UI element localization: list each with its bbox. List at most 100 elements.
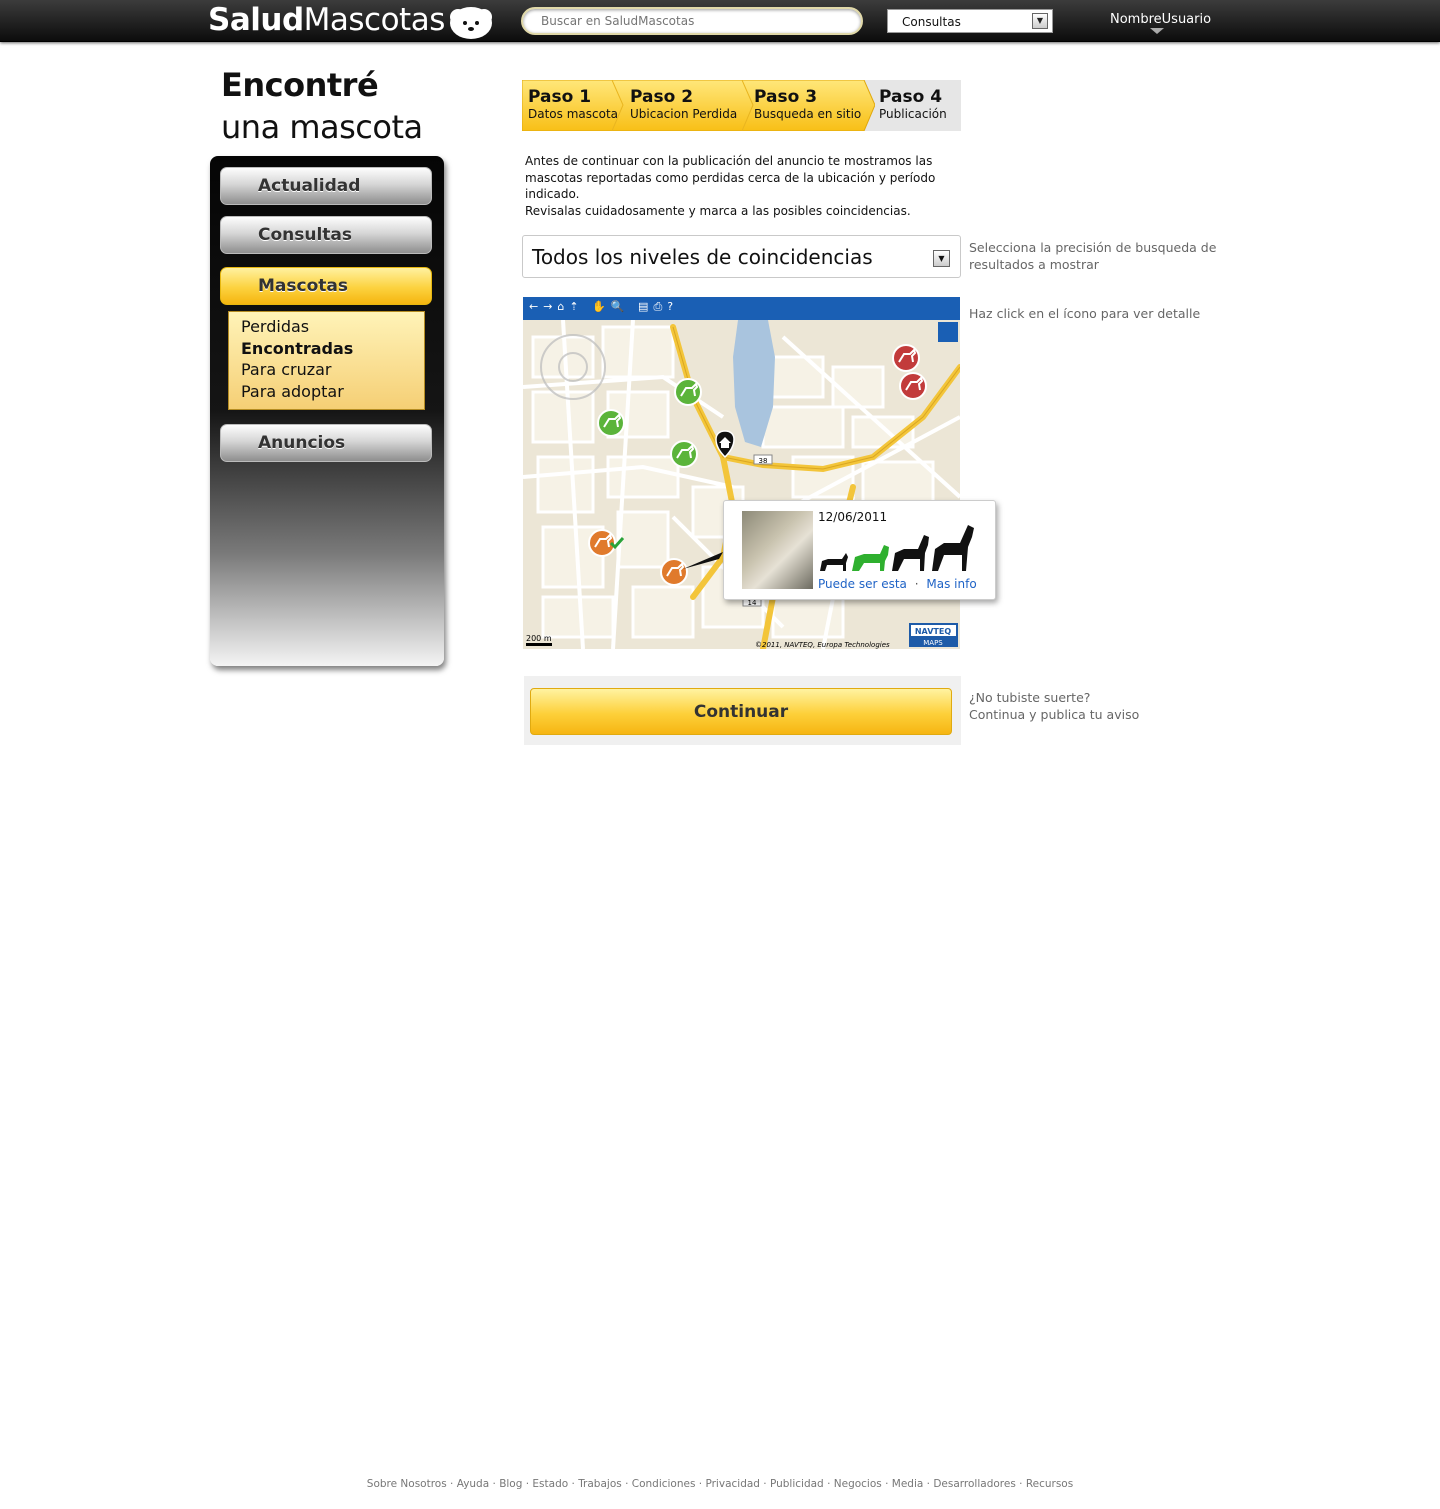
- footer-separator: ·: [522, 1478, 533, 1490]
- level-hint-line: resultados a mostrar: [969, 257, 1099, 272]
- submenu-item-encontradas[interactable]: Encontradas: [241, 338, 424, 360]
- pet-marker-orange[interactable]: [660, 558, 688, 586]
- level-hint-line: Selecciona la precisión de busqueda de: [969, 240, 1217, 255]
- footer-link[interactable]: Blog: [499, 1478, 522, 1490]
- footer-link[interactable]: Sobre Nosotros: [367, 1478, 447, 1490]
- route-label-14: 14: [748, 599, 757, 607]
- route-label-38: 38: [759, 457, 768, 465]
- footer-separator: ·: [823, 1478, 834, 1490]
- pet-report-date: 12/06/2011: [818, 510, 888, 524]
- continue-button[interactable]: Continuar: [530, 688, 952, 735]
- sidebar-item-mascotas[interactable]: Mascotas: [220, 267, 432, 305]
- footer-link[interactable]: Trabajos: [578, 1478, 622, 1490]
- level-hint: Selecciona la precisión de busqueda de r…: [969, 239, 1216, 273]
- footer-link[interactable]: Media: [892, 1478, 924, 1490]
- logo-regular-text: Mascotas: [303, 2, 446, 38]
- step-2-subtitle: Ubicacion Perdida: [630, 107, 738, 121]
- footer-separator: ·: [1015, 1478, 1026, 1490]
- footer-link[interactable]: Condiciones: [632, 1478, 696, 1490]
- continue-hint-line: ¿No tubiste suerte?: [969, 690, 1091, 705]
- continue-hint: ¿No tubiste suerte? Continua y publica t…: [969, 689, 1139, 723]
- step-3-subtitle: Busqueda en sitio: [754, 107, 862, 121]
- pet-marker-green[interactable]: [597, 409, 625, 437]
- pet-detail-popup: 12/06/2011 Puede ser esta · Mas info: [723, 500, 996, 600]
- chevron-down-icon[interactable]: ▼: [1032, 13, 1048, 29]
- footer-link[interactable]: Ayuda: [457, 1478, 489, 1490]
- footer-link[interactable]: Desarrolladores: [933, 1478, 1015, 1490]
- submenu-item-para-adoptar[interactable]: Para adoptar: [241, 381, 424, 403]
- step-2[interactable]: Paso 2 Ubicacion Perdida: [624, 80, 737, 131]
- footer-link[interactable]: Estado: [532, 1478, 568, 1490]
- step-4[interactable]: Paso 4 Publicación: [873, 80, 947, 131]
- popup-link-separator: ·: [914, 577, 919, 591]
- match-level-value: Todos los niveles de coincidencias: [532, 245, 873, 269]
- search-input[interactable]: [521, 7, 863, 35]
- pet-marker-green[interactable]: [670, 440, 698, 468]
- footer-link[interactable]: Privacidad: [705, 1478, 759, 1490]
- map-pan-icon[interactable]: ←→⌂⇡: [529, 300, 584, 313]
- step-3[interactable]: Paso 3 Busqueda en sitio: [748, 80, 861, 131]
- dog-size-giant-icon: [932, 525, 974, 571]
- pet-marker-red[interactable]: [892, 344, 920, 372]
- navteq-logo: NAVTEQ: [915, 627, 951, 636]
- dog-size-medium-icon: [852, 545, 889, 571]
- footer-link[interactable]: Negocios: [834, 1478, 882, 1490]
- footer-separator: ·: [621, 1478, 632, 1490]
- user-menu-caret-icon[interactable]: [1150, 28, 1164, 34]
- category-select-value: Consultas: [902, 15, 961, 29]
- popup-links: Puede ser esta · Mas info: [818, 577, 977, 591]
- mascotas-submenu: Perdidas Encontradas Para cruzar Para ad…: [228, 311, 425, 410]
- step-4-subtitle: Publicación: [879, 107, 947, 121]
- logo-bold-text: Salud: [208, 2, 304, 38]
- footer-link[interactable]: Publicidad: [770, 1478, 824, 1490]
- step-1-title: Paso 1: [528, 87, 592, 107]
- dog-logo-icon: [450, 7, 492, 39]
- sidebar-item-actualidad[interactable]: Actualidad: [220, 167, 432, 205]
- footer-separator: ·: [695, 1478, 706, 1490]
- footer-separator: ·: [881, 1478, 892, 1490]
- step-2-title: Paso 2: [630, 87, 694, 107]
- sidebar-item-consultas[interactable]: Consultas: [220, 216, 432, 254]
- footer-separator: ·: [923, 1478, 934, 1490]
- page-subtitle: una mascota: [221, 108, 423, 146]
- intro-text: Antes de continuar con la publicación de…: [525, 153, 955, 219]
- submenu-item-para-cruzar[interactable]: Para cruzar: [241, 359, 424, 381]
- map-copyright: ©2011, NAVTEQ, Europa Technologies: [755, 641, 890, 649]
- intro-line: mascotas reportadas como perdidas cerca …: [525, 170, 936, 185]
- footer-separator: ·: [489, 1478, 500, 1490]
- step-1-subtitle: Datos mascota: [528, 107, 618, 121]
- intro-line: Antes de continuar con la publicación de…: [525, 154, 933, 168]
- step-1[interactable]: Paso 1 Datos mascota: [522, 80, 618, 131]
- submenu-item-perdidas[interactable]: Perdidas: [241, 316, 424, 338]
- map-scale-label: 200 m: [526, 634, 552, 643]
- continue-panel: Continuar: [524, 676, 961, 745]
- sidebar-item-anuncios[interactable]: Anuncios: [220, 424, 432, 462]
- pet-photo[interactable]: [742, 511, 813, 589]
- intro-line: Revisalas cuidadosamente y marca a las p…: [525, 203, 911, 218]
- map-print-icon[interactable]: ▤⎙?: [638, 300, 678, 313]
- more-info-link[interactable]: Mas info: [926, 577, 976, 591]
- wizard-steps: Paso 1 Datos mascota Paso 2 Ubicacion Perd…: [522, 80, 961, 131]
- footer-separator: ·: [446, 1478, 457, 1490]
- map-toolbar[interactable]: ←→⌂⇡ ✋🔍 ▤⎙?: [523, 297, 960, 320]
- footer-separator: ·: [759, 1478, 770, 1490]
- footer-link[interactable]: Recursos: [1026, 1478, 1073, 1490]
- user-menu[interactable]: NombreUsuario: [1110, 12, 1211, 27]
- match-level-select[interactable]: Todos los niveles de coincidencias ▼: [522, 235, 961, 278]
- navteq-logo-sub: MAPS: [923, 639, 943, 647]
- step-4-title: Paso 4: [879, 87, 943, 107]
- map-zoom-icon[interactable]: ✋🔍: [592, 300, 629, 313]
- step-3-title: Paso 3: [754, 87, 818, 107]
- footer-separator: ·: [568, 1478, 579, 1490]
- category-select[interactable]: Consultas ▼: [887, 9, 1053, 33]
- site-logo[interactable]: SaludMascotas: [208, 2, 445, 38]
- maybe-this-link[interactable]: Puede ser esta: [818, 577, 907, 591]
- footer-links: Sobre Nosotros · Ayuda · Blog · Estado ·…: [0, 1478, 1440, 1490]
- pet-marker-red[interactable]: [899, 372, 927, 400]
- dog-size-large-icon: [892, 535, 929, 571]
- page-title: Encontré: [221, 66, 379, 104]
- intro-line: indicado.: [525, 187, 580, 201]
- pet-marker-green[interactable]: [674, 378, 702, 406]
- dog-size-icons: [820, 525, 974, 571]
- chevron-down-icon[interactable]: ▼: [933, 250, 950, 267]
